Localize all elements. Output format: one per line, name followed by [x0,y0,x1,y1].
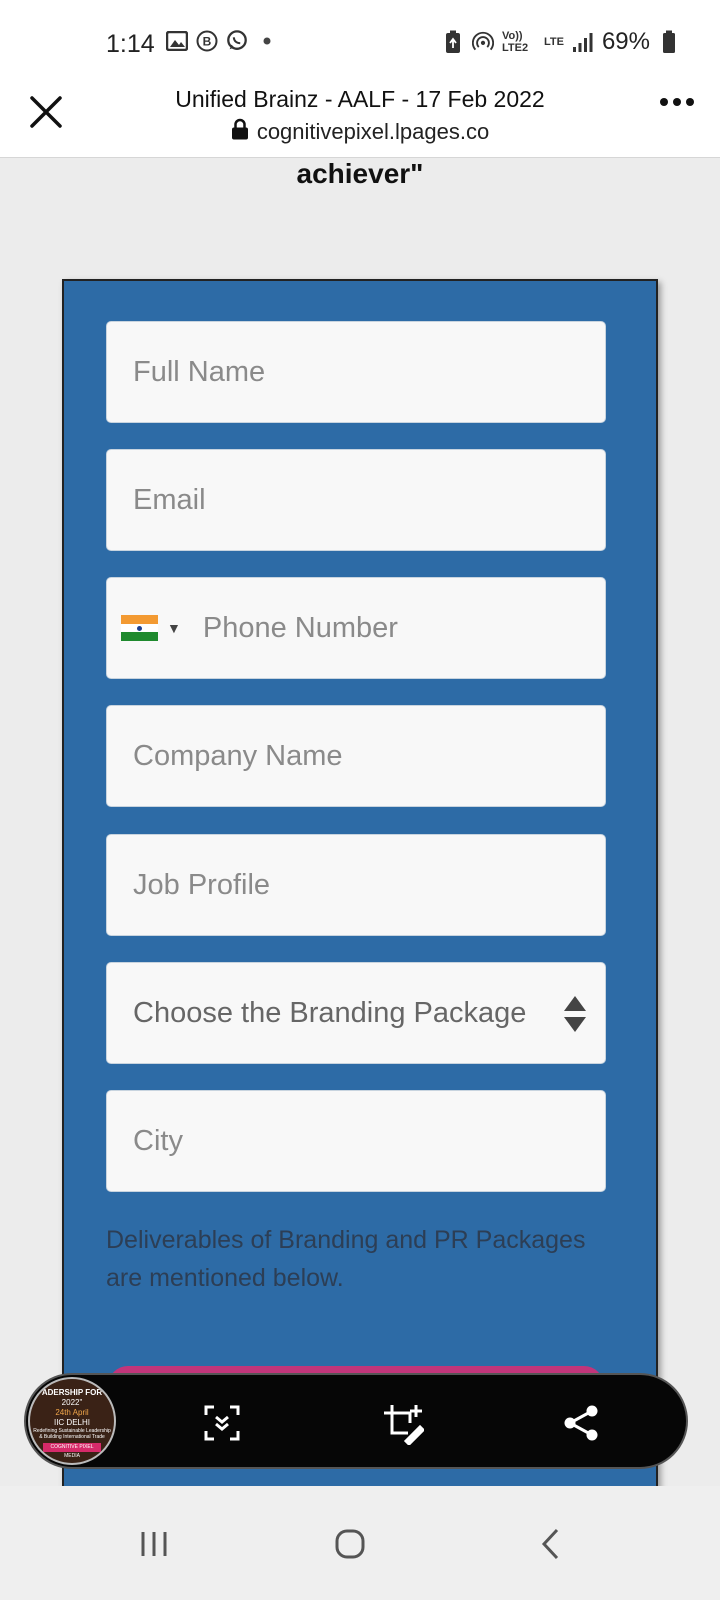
full-name-placeholder: Full Name [133,355,266,388]
job-profile-placeholder: Job Profile [133,868,271,901]
select-arrows-icon [563,995,587,1033]
job-profile-input[interactable]: Job Profile [106,834,606,936]
page-title: Unified Brainz - AALF - 17 Feb 2022 [175,86,545,112]
company-name-placeholder: Company Name [133,739,343,772]
company-name-input[interactable]: Company Name [106,705,606,807]
page-url: cognitivepixel.lpages.co [0,118,720,146]
signal-strength-icon [572,31,594,53]
status-time: 1:14 [106,30,155,58]
lock-icon [231,118,249,146]
thumbnail-text-line: & Building International Trade [39,1434,105,1440]
notification-dot-icon [256,30,278,52]
share-icon[interactable] [562,1403,602,1443]
status-system-icons: Vo)) LTE2 LTE 69% [442,28,680,56]
svg-text:B: B [203,35,212,49]
branding-package-select[interactable]: Choose the Branding Package [106,962,606,1064]
phone-input[interactable]: ▼ Phone Number [106,577,606,679]
thumbnail-text-line: 24th April [55,1408,89,1417]
deliverables-note: Deliverables of Branding and PR Packages… [106,1226,586,1292]
hotspot-icon [471,31,494,53]
status-notification-icons: B [166,30,278,52]
url-text: cognitivepixel.lpages.co [256,119,490,144]
volte-indicator: Vo)) LTE2 [501,30,529,54]
screenshot-capture-toolbar: ADERSHIP FOR 2022" 24th April IIC DELHI … [24,1373,688,1469]
home-icon[interactable] [330,1524,370,1564]
email-placeholder: Email [133,483,206,516]
lte-indicator: LTE [543,36,564,48]
battery-percent: 69% [601,28,650,55]
thumbnail-text-line: 2022" [61,1398,83,1407]
recent-apps-icon[interactable] [134,1524,174,1564]
email-input[interactable]: Email [106,449,606,551]
branding-package-selected-value: Choose the Branding Package [133,996,527,1029]
page-heading-fragment: achiever" [296,158,424,189]
full-name-input[interactable]: Full Name [106,321,606,423]
scroll-capture-icon[interactable] [202,1403,242,1443]
city-input[interactable]: City [106,1090,606,1192]
crop-edit-icon[interactable] [382,1403,426,1447]
gallery-icon [166,30,188,52]
battery-icon [658,30,680,53]
thumbnail-text-line: COGNITIVE PIXEL MEDIA [43,1443,101,1459]
thumbnail-text-line: ADERSHIP FOR [41,1388,103,1397]
system-navigation-bar [0,1486,720,1600]
india-flag-icon[interactable] [121,615,158,642]
more-options-icon[interactable] [660,98,694,106]
thumbnail-text-line: IIC DELHI [53,1418,90,1427]
back-icon[interactable] [532,1524,572,1564]
b-badge-icon: B [196,30,218,52]
registration-form: Full Name Email ▼ Phone Number Company N… [62,279,658,1529]
browser-header: Unified Brainz - AALF - 17 Feb 2022 cogn… [0,76,720,158]
status-bar: 1:14 B Vo)) LTE2 LTE 69% [0,0,720,76]
country-dropdown-caret-icon[interactable]: ▼ [167,620,181,636]
whatsapp-icon [226,30,248,52]
screenshot-thumbnail[interactable]: ADERSHIP FOR 2022" 24th April IIC DELHI … [28,1377,116,1465]
battery-saver-icon [442,30,464,53]
phone-placeholder: Phone Number [202,611,398,644]
city-placeholder: City [133,1124,183,1157]
